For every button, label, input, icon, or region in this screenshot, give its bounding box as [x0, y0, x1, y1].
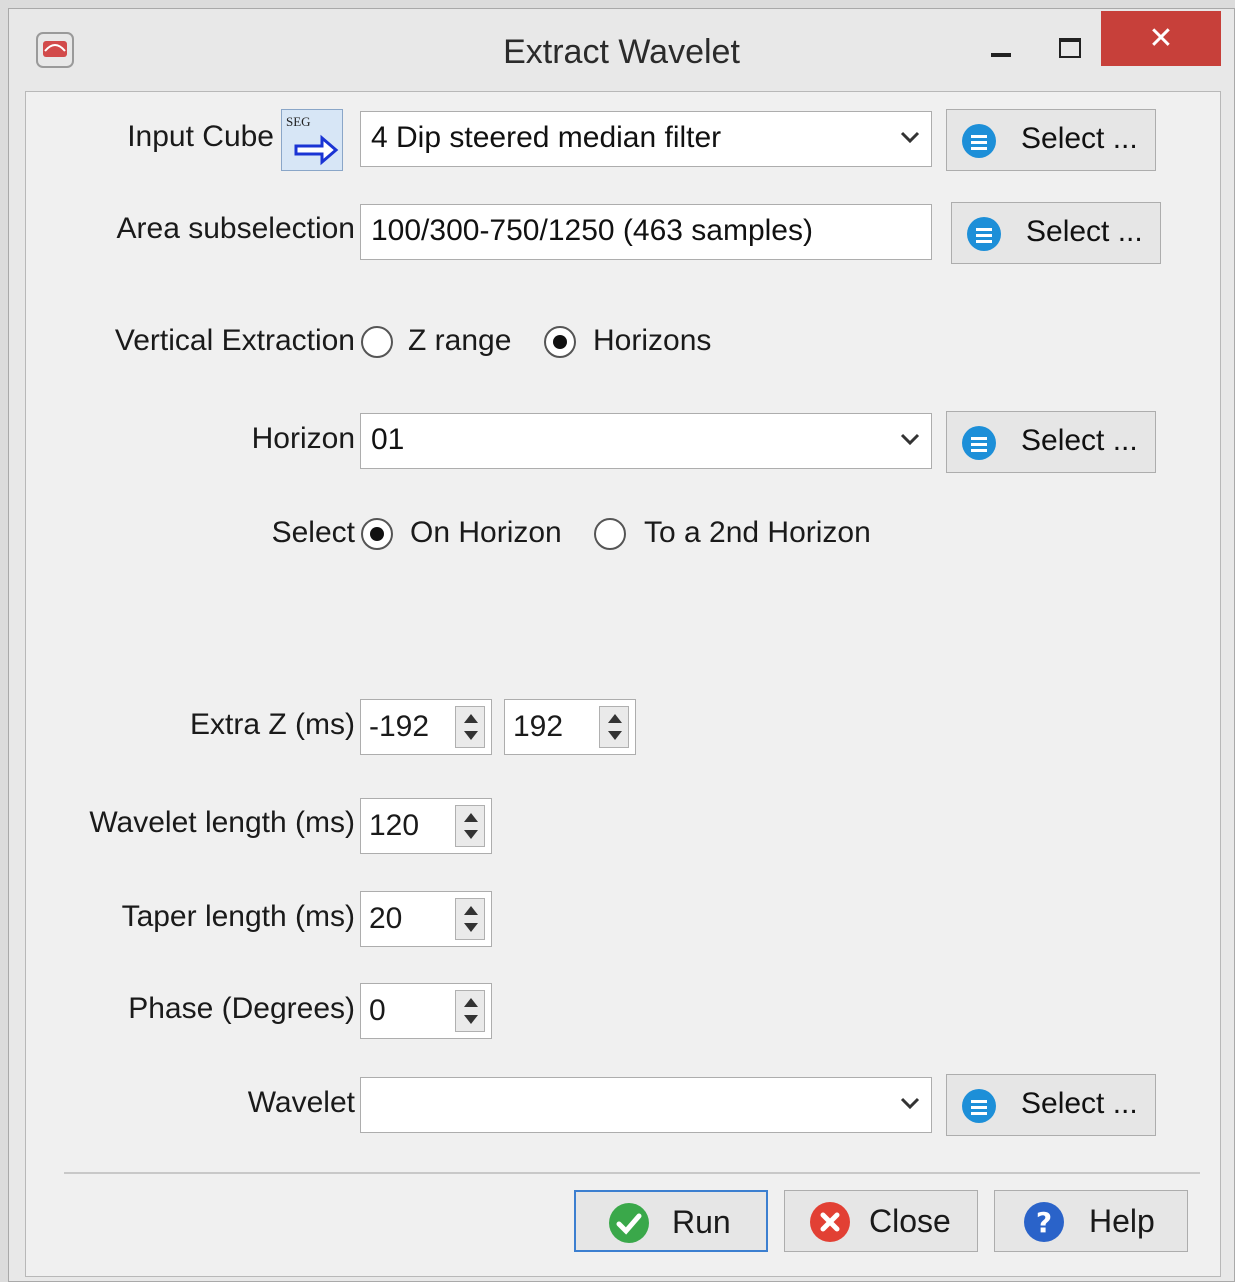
- wavelet-combo[interactable]: [360, 1077, 932, 1133]
- list-icon: [967, 217, 1001, 251]
- checkmark-icon: [609, 1203, 649, 1243]
- on-horizon-radio[interactable]: [361, 518, 393, 550]
- horizons-label[interactable]: Horizons: [593, 324, 711, 358]
- area-subselection-label: Area subselection: [116, 212, 355, 245]
- maximize-button[interactable]: [1045, 29, 1093, 67]
- spinner-arrows-icon[interactable]: [599, 706, 629, 748]
- second-horizon-radio[interactable]: [594, 518, 626, 550]
- phase-spinner[interactable]: 0: [360, 983, 492, 1039]
- input-cube-label: Input Cube: [127, 120, 274, 153]
- close-button[interactable]: Close: [784, 1190, 978, 1252]
- minimize-button[interactable]: [977, 29, 1025, 67]
- seg-import-icon[interactable]: SEG: [281, 109, 343, 171]
- input-cube-combo[interactable]: 4 Dip steered median filter: [360, 111, 932, 167]
- wavelet-select-button[interactable]: Select ...: [946, 1074, 1156, 1136]
- window-close-button[interactable]: ✕: [1101, 11, 1221, 66]
- vertical-extraction-label: Vertical Extraction: [114, 324, 355, 357]
- spinner-arrows-icon[interactable]: [455, 706, 485, 748]
- extra-z-from-spinner[interactable]: -192: [360, 699, 492, 755]
- input-cube-select-button[interactable]: Select ...: [946, 109, 1156, 171]
- arrow-right-icon: [294, 134, 339, 166]
- horizon-mode-label: Select: [271, 516, 355, 549]
- spinner-arrows-icon[interactable]: [455, 990, 485, 1032]
- area-subselection-value: 100/300-750/1250 (463 samples): [371, 214, 813, 247]
- wavelet-length-spinner[interactable]: 120: [360, 798, 492, 854]
- chevron-down-icon: [899, 414, 921, 466]
- help-button[interactable]: ? Help: [994, 1190, 1188, 1252]
- question-icon: ?: [1024, 1202, 1064, 1242]
- spinner-arrows-icon[interactable]: [455, 898, 485, 940]
- extra-z-to-spinner[interactable]: 192: [504, 699, 636, 755]
- extract-wavelet-window: Extract Wavelet ✕ Input Cube SEG 4 Dip s…: [8, 8, 1235, 1282]
- phase-label: Phase (Degrees): [128, 992, 355, 1025]
- chevron-down-icon: [899, 112, 921, 164]
- taper-length-label: Taper length (ms): [121, 900, 355, 933]
- spinner-arrows-icon[interactable]: [455, 805, 485, 847]
- horizons-radio[interactable]: [544, 326, 576, 358]
- horizon-combo[interactable]: 01: [360, 413, 932, 469]
- area-subselection-field[interactable]: 100/300-750/1250 (463 samples): [360, 204, 932, 260]
- extra-z-label: Extra Z (ms): [190, 708, 355, 741]
- dialog-body: Input Cube SEG 4 Dip steered median filt…: [25, 91, 1221, 1277]
- horizon-select-button[interactable]: Select ...: [946, 411, 1156, 473]
- z-range-radio[interactable]: [361, 326, 393, 358]
- svg-text:?: ?: [1036, 1206, 1052, 1239]
- second-horizon-label[interactable]: To a 2nd Horizon: [644, 516, 871, 550]
- list-icon: [962, 124, 996, 158]
- area-select-button[interactable]: Select ...: [951, 202, 1161, 264]
- z-range-label[interactable]: Z range: [408, 324, 511, 358]
- cancel-icon: [810, 1202, 850, 1242]
- taper-length-spinner[interactable]: 20: [360, 891, 492, 947]
- on-horizon-label[interactable]: On Horizon: [410, 516, 562, 550]
- wavelet-length-label: Wavelet length (ms): [89, 806, 355, 839]
- title-bar: Extract Wavelet ✕: [9, 9, 1234, 91]
- list-icon: [962, 426, 996, 460]
- horizon-value: 01: [371, 423, 405, 456]
- separator: [64, 1172, 1200, 1174]
- run-button[interactable]: Run: [574, 1190, 768, 1252]
- wavelet-label: Wavelet: [247, 1086, 355, 1119]
- chevron-down-icon: [899, 1078, 921, 1130]
- input-cube-value: 4 Dip steered median filter: [371, 121, 722, 154]
- horizon-label: Horizon: [251, 422, 355, 455]
- list-icon: [962, 1089, 996, 1123]
